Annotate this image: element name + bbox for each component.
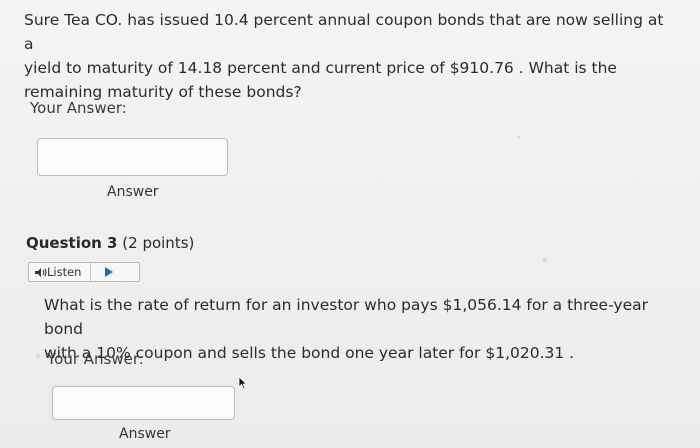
question3-line: What is the rate of return for an invest… [44,296,648,338]
answer-input[interactable] [52,386,235,420]
question-prev-line: yield to maturity of 14.18 percent and c… [24,59,617,77]
answer-caption: Answer [107,184,159,200]
answer-caption: Answer [119,426,171,442]
screen-speck [517,136,520,139]
play-icon[interactable] [105,267,113,277]
your-answer-label: Your Answer: [30,99,127,117]
question-points: (2 points) [122,234,195,252]
screen-speck [36,354,40,358]
screen-speck [543,258,547,262]
speaker-icon [35,268,47,277]
question-prev-text: Sure Tea CO. has issued 10.4 percent ann… [24,8,664,104]
question-prev-line: Sure Tea CO. has issued 10.4 percent ann… [24,11,664,53]
question-title: Question 3 [26,234,118,252]
listen-label: Listen [47,265,82,279]
answer-input[interactable] [37,138,228,176]
cursor-icon [238,376,248,390]
question-heading: Question 3 (2 points) [26,234,194,252]
quiz-page: Sure Tea CO. has issued 10.4 percent ann… [0,0,700,448]
listen-widget: Listen [28,262,140,282]
listen-button[interactable]: Listen [29,263,91,281]
your-answer-label: Your Answer: [47,350,144,368]
